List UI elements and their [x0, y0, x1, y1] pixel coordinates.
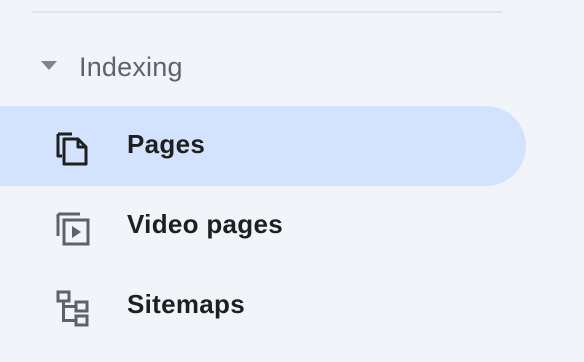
sidebar-item-label: Sitemaps — [127, 289, 246, 319]
sitemaps-icon — [56, 290, 89, 327]
sidebar-item-sitemaps[interactable]: Sitemaps — [0, 266, 526, 346]
pages-icon — [56, 132, 88, 166]
caret-down-icon — [41, 61, 57, 70]
sidebar-item-video-pages[interactable]: Video pages — [0, 186, 526, 266]
sidebar-item-pages[interactable]: Pages — [0, 106, 526, 186]
sidebar-item-label: Pages — [127, 129, 206, 159]
section-label: Indexing — [79, 52, 183, 82]
sidebar-item-label: Video pages — [127, 209, 283, 239]
indexing-section-header[interactable]: Indexing — [0, 40, 300, 92]
video-pages-icon — [56, 212, 90, 246]
sidebar-divider — [32, 11, 502, 13]
